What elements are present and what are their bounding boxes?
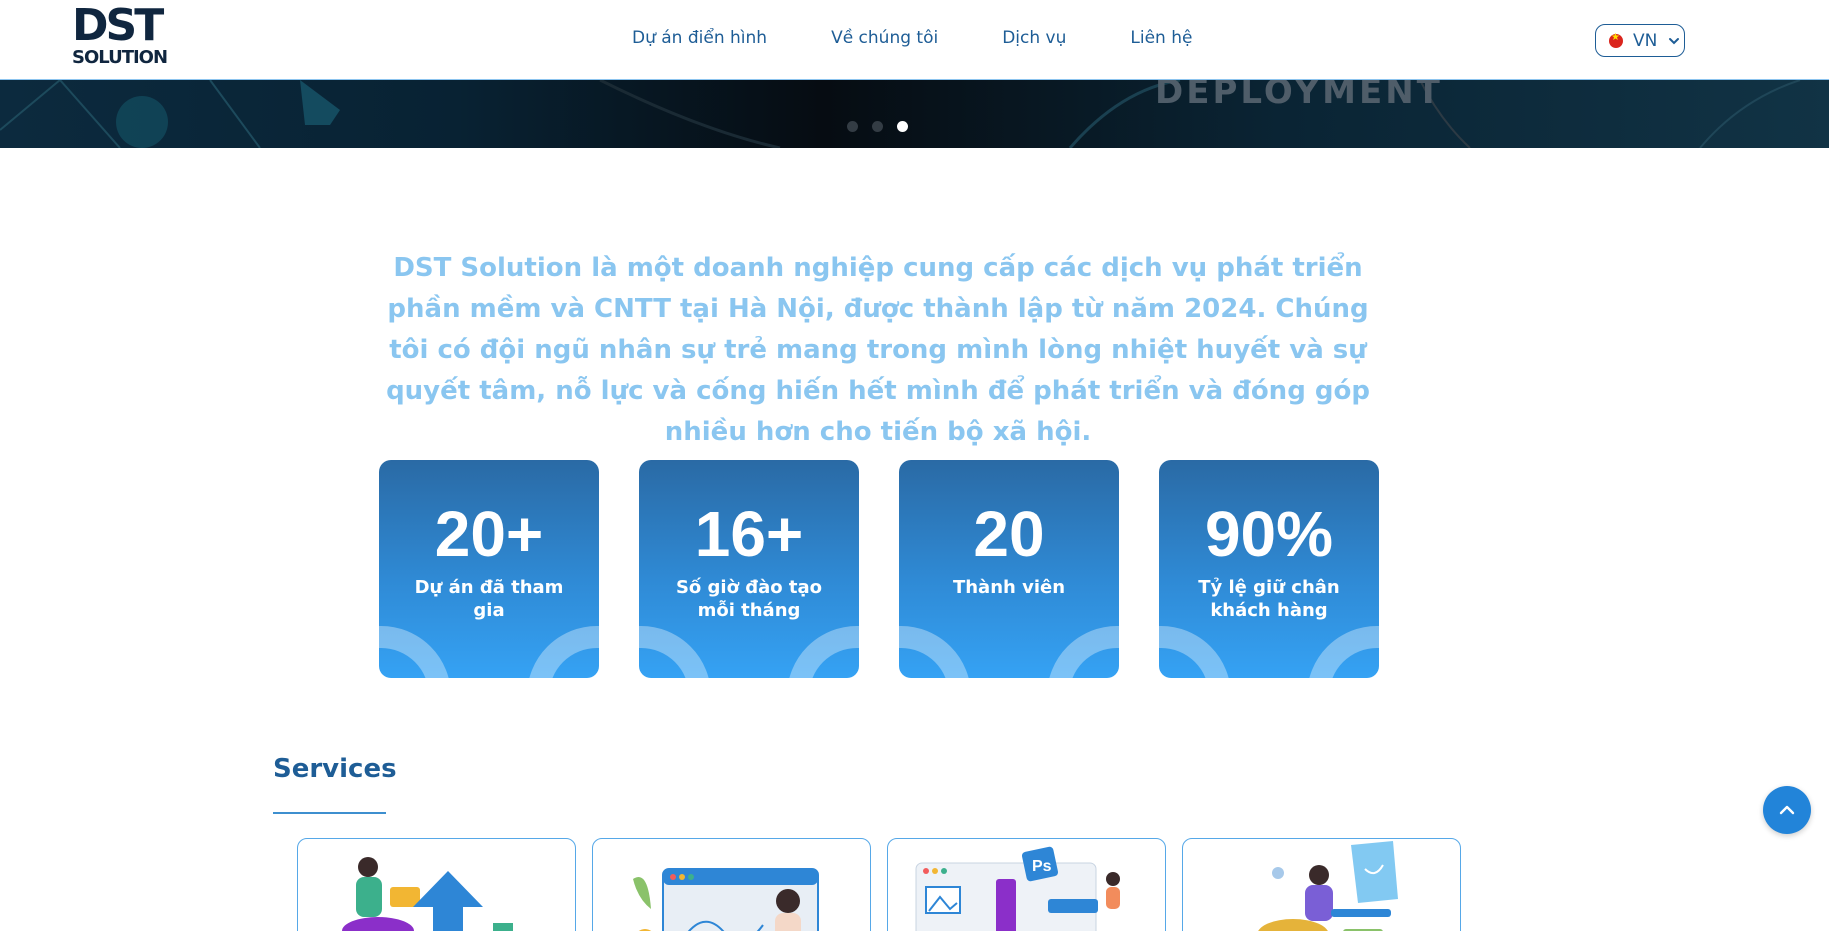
nav-item-contact[interactable]: Liên hệ <box>1130 28 1192 48</box>
nav-item-about[interactable]: Về chúng tôi <box>831 28 938 48</box>
stat-card-projects: 20+ Dự án đã tham gia <box>379 460 599 678</box>
services-cards: Ps <box>297 838 1461 931</box>
stat-label: Thành viên <box>952 577 1066 598</box>
hero-caption: DEPLOYMENT <box>1155 80 1443 112</box>
main-nav: Dự án điển hình Về chúng tôi Dịch vụ Liê… <box>632 28 1192 48</box>
service-card-4[interactable] <box>1182 838 1461 931</box>
stat-card-training-hours: 16+ Số giờ đào tạo mỗi tháng <box>639 460 859 678</box>
stats-section: 20+ Dự án đã tham gia 16+ Số giờ đào tạo… <box>379 460 1379 678</box>
decorative-arc <box>527 626 599 678</box>
stat-card-retention: 90% Tỷ lệ giữ chân khách hàng <box>1159 460 1379 678</box>
hero-background-graphic <box>0 80 1801 148</box>
carousel-dot-3[interactable] <box>897 121 908 132</box>
decorative-arc <box>899 626 971 678</box>
stat-value: 20+ <box>434 498 544 570</box>
svg-text:Ps: Ps <box>1032 858 1052 875</box>
decorative-arc <box>1307 626 1379 678</box>
language-selector[interactable]: VN <box>1595 24 1685 57</box>
stat-value: 16+ <box>694 498 804 570</box>
stat-value: 90% <box>1204 498 1334 570</box>
decorative-arc <box>1159 626 1231 678</box>
decorative-arc <box>787 626 859 678</box>
nav-item-services[interactable]: Dịch vụ <box>1002 28 1066 48</box>
service-card-3[interactable]: Ps <box>887 838 1166 931</box>
decorative-arc <box>379 626 451 678</box>
carousel-dot-2[interactable] <box>872 121 883 132</box>
services-underline <box>273 812 386 814</box>
language-label: VN <box>1633 30 1658 51</box>
design-tools-illustration: Ps <box>915 846 1120 931</box>
stat-label: Tỷ lệ giữ chân khách hàng <box>1198 577 1340 621</box>
team-collaboration-illustration <box>342 857 513 931</box>
services-heading: Services <box>273 754 397 784</box>
site-header: DST SOLUTION Dự án điển hình Về chúng tô… <box>0 0 1829 80</box>
logo-text-bottom: SOLUTION <box>72 47 168 68</box>
back-to-top-button[interactable] <box>1763 786 1811 834</box>
carousel-indicators <box>847 121 908 132</box>
hero-carousel: DEPLOYMENT <box>0 80 1829 148</box>
logo[interactable]: DST SOLUTION <box>72 4 194 68</box>
service-card-2[interactable] <box>592 838 871 931</box>
service-card-1[interactable] <box>297 838 576 931</box>
analytics-dashboard-illustration <box>633 868 819 931</box>
decorative-arc <box>1047 626 1119 678</box>
carousel-dot-1[interactable] <box>847 121 858 132</box>
ai-robot-illustration <box>1258 841 1398 931</box>
stat-label: Dự án đã tham gia <box>414 577 564 621</box>
logo-text-top: DST <box>72 0 164 51</box>
company-intro: DST Solution là một doanh nghiệp cung cấ… <box>386 253 1370 447</box>
chevron-up-icon <box>1779 805 1795 815</box>
decorative-arc <box>639 626 711 678</box>
stat-card-members: 20 Thành viên <box>899 460 1119 678</box>
stat-value: 20 <box>973 498 1045 570</box>
stat-label: Số giờ đào tạo mỗi tháng <box>675 577 823 621</box>
chevron-down-icon <box>1669 37 1680 44</box>
nav-item-projects[interactable]: Dự án điển hình <box>632 28 767 48</box>
vietnam-flag-icon <box>1609 32 1623 48</box>
